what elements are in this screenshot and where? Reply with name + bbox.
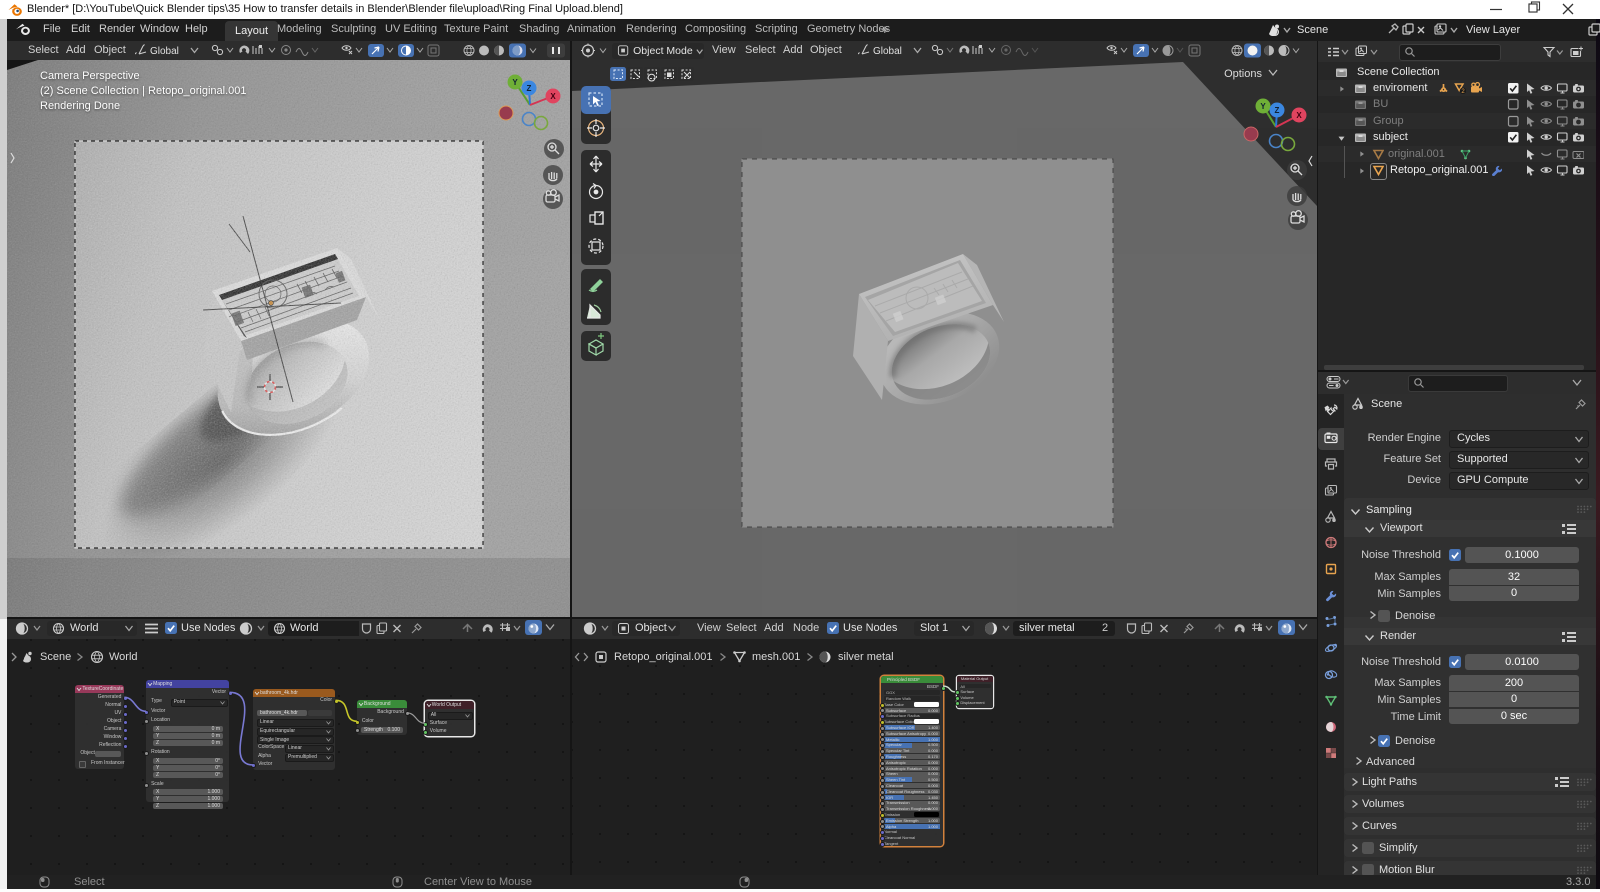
svg-text:X: X xyxy=(550,92,556,101)
svg-text:Global: Global xyxy=(873,46,902,57)
svg-text:Y: Y xyxy=(512,78,518,87)
svg-text:X: X xyxy=(1296,111,1302,120)
svg-text:Global: Global xyxy=(150,46,179,57)
svg-text:Z: Z xyxy=(527,84,532,93)
svg-text:Options: Options xyxy=(1224,68,1262,80)
svg-text:Y: Y xyxy=(1260,102,1266,111)
svg-text:Z: Z xyxy=(1275,106,1280,115)
